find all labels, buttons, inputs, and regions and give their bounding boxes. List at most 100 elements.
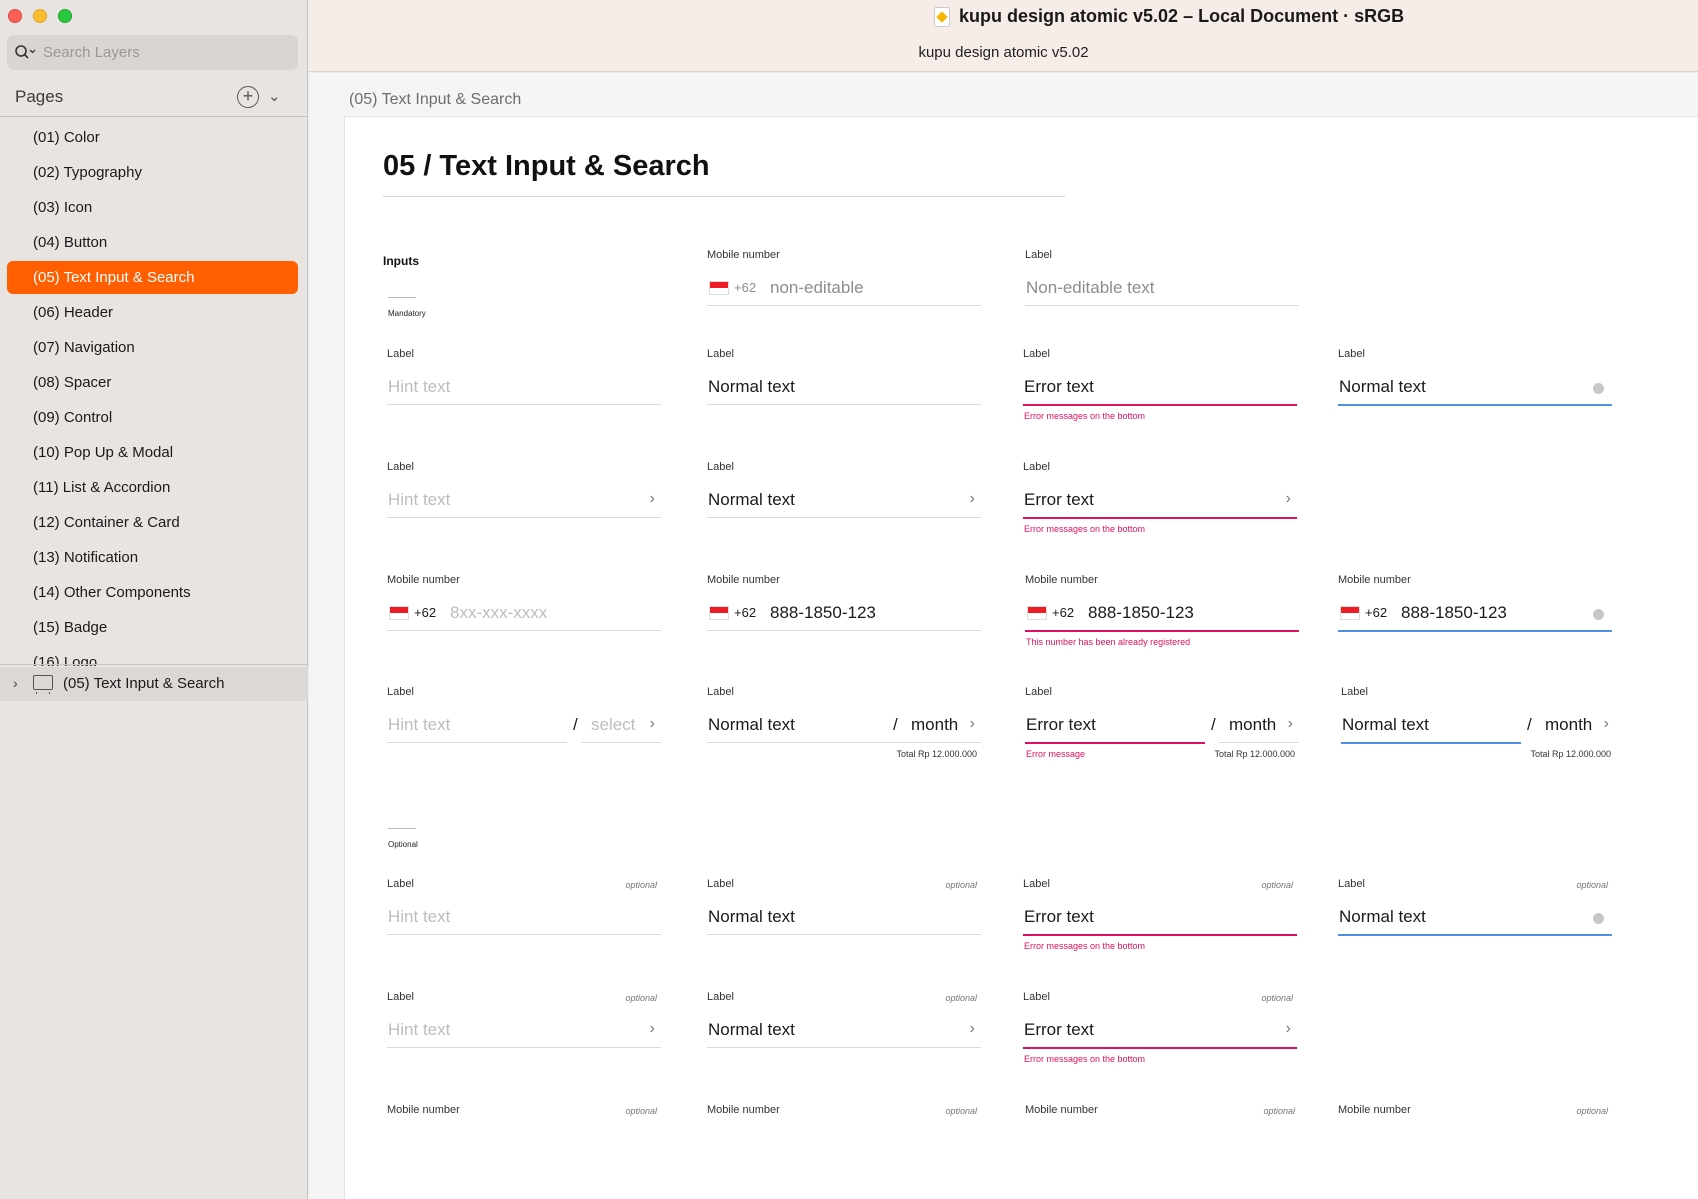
- field-underline: [707, 742, 981, 743]
- field-underline: [387, 630, 661, 631]
- unit-underline: [1219, 742, 1299, 743]
- text-field-error[interactable]: Label Error text Error messages on the b…: [1023, 348, 1297, 421]
- page-item-badge[interactable]: (15) Badge: [7, 611, 298, 644]
- page-item-typography[interactable]: (02) Typography: [7, 156, 298, 189]
- field-label: Label: [387, 991, 414, 1003]
- optional-text-field-hint[interactable]: Label optional Hint text: [387, 878, 661, 948]
- chevron-right-icon[interactable]: ›: [970, 1020, 975, 1038]
- mobile-field-focused[interactable]: Mobile number +62 888-1850-123: [1338, 574, 1612, 644]
- search-icon: [15, 45, 36, 59]
- split-field-focused[interactable]: Label Normal text / month › Total Rp 12.…: [1341, 686, 1615, 759]
- clear-icon[interactable]: [1593, 609, 1604, 620]
- page-item-text-input-search[interactable]: (05) Text Input & Search: [7, 261, 298, 294]
- field-label: Label: [707, 686, 734, 698]
- optional-mobile-field-error[interactable]: Mobile number optional: [1025, 1104, 1299, 1174]
- page-item-color[interactable]: (01) Color: [7, 121, 298, 154]
- clear-icon[interactable]: [1593, 383, 1604, 394]
- split-field-hint[interactable]: Label Hint text / select ›: [387, 686, 661, 756]
- chevron-right-icon[interactable]: ›: [1288, 715, 1293, 733]
- chevron-right-icon[interactable]: ›: [1286, 490, 1291, 508]
- total-text: Total Rp 12.000.000: [896, 749, 977, 759]
- page-item-container-card[interactable]: (12) Container & Card: [7, 506, 298, 539]
- page-item-button[interactable]: (04) Button: [7, 226, 298, 259]
- unit-select[interactable]: select: [591, 715, 635, 735]
- field-label: Label: [707, 878, 734, 890]
- chevron-right-icon[interactable]: ›: [1286, 1020, 1291, 1038]
- chevron-right-icon[interactable]: ›: [970, 715, 975, 733]
- unit-select[interactable]: month: [1229, 715, 1276, 735]
- separator: /: [573, 715, 578, 734]
- optional-mobile-field-focused[interactable]: Mobile number optional: [1338, 1104, 1612, 1174]
- mobile-field-error[interactable]: Mobile number +62 888-1850-123 This numb…: [1025, 574, 1299, 647]
- page-item-control[interactable]: (09) Control: [7, 401, 298, 434]
- field-placeholder: Hint text: [388, 490, 451, 509]
- field-underline: [707, 630, 981, 631]
- text-field-non-editable[interactable]: Label Non-editable text: [1025, 249, 1299, 319]
- chevron-right-icon[interactable]: ›: [13, 675, 18, 691]
- page-item-notification[interactable]: (13) Notification: [7, 541, 298, 574]
- optional-text-field-error[interactable]: Label optional Error text Error messages…: [1023, 878, 1297, 951]
- field-underline: [387, 517, 661, 518]
- page-item-popup-modal[interactable]: (10) Pop Up & Modal: [7, 436, 298, 469]
- select-field-hint[interactable]: Label Hint text ›: [387, 461, 661, 531]
- field-value: Normal text: [708, 715, 795, 734]
- page-item-header[interactable]: (06) Header: [7, 296, 298, 329]
- field-label: Mobile number: [707, 249, 780, 261]
- text-field-hint[interactable]: Label Hint text: [387, 348, 661, 418]
- chevron-down-icon[interactable]: ⌄: [268, 87, 281, 105]
- chevron-right-icon[interactable]: ›: [970, 490, 975, 508]
- artboard[interactable]: 05 / Text Input & Search Inputs Mandator…: [344, 116, 1698, 1199]
- optional-select-field-hint[interactable]: Label optional Hint text ›: [387, 991, 661, 1061]
- artboard-label[interactable]: (05) Text Input & Search: [349, 91, 521, 109]
- indonesia-flag-icon: [1340, 606, 1360, 620]
- field-value: Normal text: [1339, 377, 1426, 396]
- country-code: +62: [1365, 605, 1388, 620]
- divider: [383, 196, 1065, 197]
- zoom-window-button[interactable]: [58, 9, 72, 23]
- split-field-error[interactable]: Label Error text / month › Error message…: [1025, 686, 1299, 759]
- page-item-logo[interactable]: (16) Logo: [7, 646, 298, 666]
- unit-select[interactable]: month: [911, 715, 958, 735]
- chevron-right-icon[interactable]: ›: [650, 1020, 655, 1038]
- text-field-normal[interactable]: Label Normal text: [707, 348, 981, 418]
- page-item-navigation[interactable]: (07) Navigation: [7, 331, 298, 364]
- optional-select-field-normal[interactable]: Label optional Normal text ›: [707, 991, 981, 1061]
- search-layers-input[interactable]: Search Layers: [7, 35, 298, 70]
- add-page-icon[interactable]: +: [237, 86, 259, 108]
- chevron-right-icon[interactable]: ›: [650, 715, 655, 733]
- chevron-right-icon[interactable]: ›: [650, 490, 655, 508]
- optional-mobile-field-hint[interactable]: Mobile number optional: [387, 1104, 661, 1174]
- indonesia-flag-icon: [709, 606, 729, 620]
- error-message: Error message: [1026, 749, 1086, 759]
- canvas[interactable]: (05) Text Input & Search 05 / Text Input…: [309, 73, 1698, 1199]
- field-label: Label: [1023, 348, 1050, 360]
- page-item-icon[interactable]: (03) Icon: [7, 191, 298, 224]
- close-window-button[interactable]: [8, 9, 22, 23]
- field-underline: [707, 934, 981, 935]
- optional-text-field-normal[interactable]: Label optional Normal text: [707, 878, 981, 948]
- clear-icon[interactable]: [1593, 913, 1604, 924]
- select-field-normal[interactable]: Label Normal text ›: [707, 461, 981, 531]
- layer-row-artboard[interactable]: › (05) Text Input & Search: [0, 667, 308, 701]
- optional-select-field-error[interactable]: Label optional Error text › Error messag…: [1023, 991, 1297, 1064]
- minimize-window-button[interactable]: [33, 9, 47, 23]
- page-item-other-components[interactable]: (14) Other Components: [7, 576, 298, 609]
- text-field-focused[interactable]: Label Normal text: [1338, 348, 1612, 418]
- field-label: Label: [387, 878, 414, 890]
- page-item-list-accordion[interactable]: (11) List & Accordion: [7, 471, 298, 504]
- optional-tag: Optional: [388, 828, 418, 849]
- page-item-spacer[interactable]: (08) Spacer: [7, 366, 298, 399]
- select-field-error[interactable]: Label Error text › Error messages on the…: [1023, 461, 1297, 534]
- chevron-right-icon[interactable]: ›: [1604, 715, 1609, 733]
- optional-text-field-focused[interactable]: Label optional Normal text: [1338, 878, 1612, 948]
- separator: /: [1211, 715, 1216, 734]
- unit-select[interactable]: month: [1545, 715, 1592, 735]
- mobile-field-hint[interactable]: Mobile number +62 8xx-xxx-xxxx: [387, 574, 661, 644]
- mobile-field-non-editable[interactable]: Mobile number +62 non-editable: [707, 249, 981, 319]
- field-underline: [1023, 1047, 1297, 1049]
- optional-mobile-field-normal[interactable]: Mobile number optional: [707, 1104, 981, 1174]
- mobile-field-normal[interactable]: Mobile number +62 888-1850-123: [707, 574, 981, 644]
- field-value: Normal text: [708, 907, 795, 926]
- field-underline: [707, 517, 981, 518]
- split-field-normal[interactable]: Label Normal text / month › Total Rp 12.…: [707, 686, 981, 759]
